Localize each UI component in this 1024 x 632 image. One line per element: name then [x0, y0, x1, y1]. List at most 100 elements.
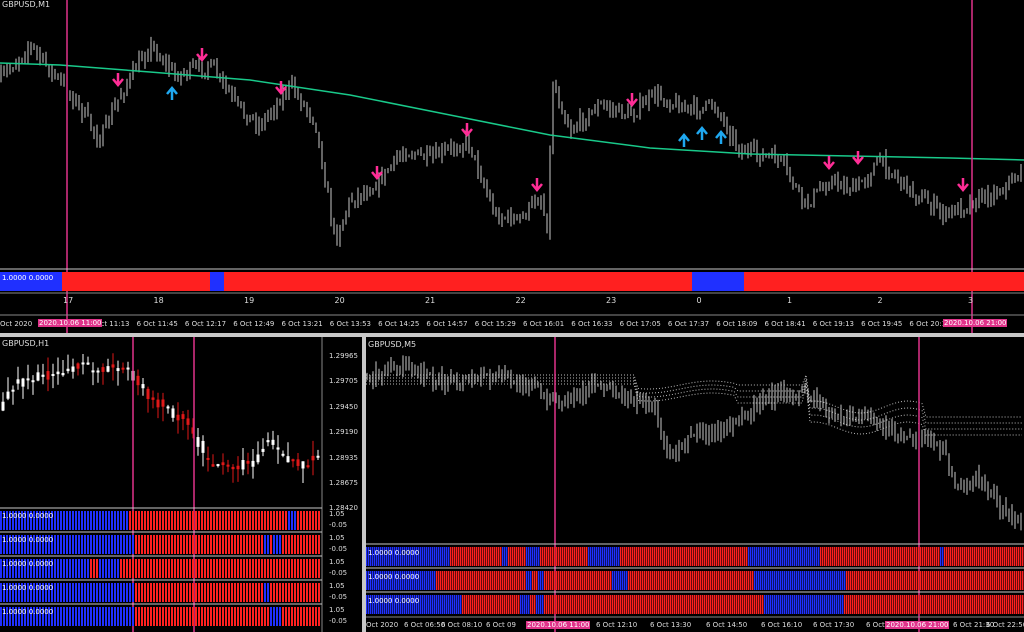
m5-signal-tick — [978, 595, 980, 614]
h1-signal-tick — [96, 583, 98, 602]
m5-price-chart[interactable] — [366, 337, 1024, 632]
m5-signal-tick — [922, 571, 924, 590]
down-arrow-icon — [371, 166, 383, 180]
m1-price-chart[interactable] — [0, 0, 1024, 333]
h1-signal-tick — [291, 559, 293, 578]
m5-signal-tick — [910, 547, 912, 566]
m5-signal-tick — [636, 571, 638, 590]
m5-signal-tick — [792, 571, 794, 590]
m5-signal-tick — [472, 595, 474, 614]
m5-signal-tick — [980, 571, 982, 590]
m5-time-label: 6 Oct 13:30 — [650, 621, 692, 629]
m5-signal-tick — [864, 571, 866, 590]
m5-signal-tick — [860, 547, 862, 566]
m5-signal-tick — [992, 595, 994, 614]
m5-cloud-line — [366, 377, 1022, 424]
m5-signal-tick — [716, 595, 718, 614]
m5-signal-tick — [624, 595, 626, 614]
m5-signal-tick — [512, 571, 514, 590]
h1-candle-body — [126, 367, 130, 370]
h1-signal-tick — [300, 535, 302, 554]
chart-window-h1[interactable]: GBPUSD,H1 1.29965 1.29705 1.29450 1.29190 1.… — [0, 337, 362, 632]
m5-signal-tick — [644, 595, 646, 614]
m5-signal-tick — [516, 547, 518, 566]
m5-signal-tick — [858, 595, 860, 614]
m5-signal-tick — [630, 595, 632, 614]
m5-signal-tick — [706, 547, 708, 566]
m5-signal-tick — [756, 547, 758, 566]
h1-price-label: 1.29450 — [329, 402, 358, 411]
h1-signal-tick — [183, 511, 185, 530]
m5-signal-tick — [652, 571, 654, 590]
m5-signal-tick — [426, 571, 428, 590]
h1-signal-tick — [273, 583, 275, 602]
m5-signal-tick — [882, 571, 884, 590]
m5-signal-tick — [1002, 547, 1004, 566]
m5-signal-tick — [558, 595, 560, 614]
h1-signal-tick — [219, 607, 221, 626]
m5-signal-tick — [464, 547, 466, 566]
m5-signal-tick — [456, 547, 458, 566]
m5-signal-tick — [888, 571, 890, 590]
m5-signal-tick — [954, 595, 956, 614]
h1-signal-tick — [189, 535, 191, 554]
m5-signal-tick — [712, 571, 714, 590]
h1-signal-tick — [174, 583, 176, 602]
h1-signal-tick — [138, 607, 140, 626]
m5-signal-tick — [662, 547, 664, 566]
h1-signal-tick — [156, 511, 158, 530]
h1-signal-tick — [132, 607, 134, 626]
m5-signal-tick — [650, 571, 652, 590]
h1-signal-tick — [171, 583, 173, 602]
m5-signal-tick — [960, 571, 962, 590]
h1-signal-tick — [255, 607, 257, 626]
h1-signal-tick — [213, 559, 215, 578]
h1-signal-tick — [213, 607, 215, 626]
chart-window-m5[interactable]: GBPUSD,M5 1.0000 0.0000 1.0000 0.0000 1.00… — [366, 337, 1024, 632]
h1-row-label: 1.0000 0.0000 — [2, 584, 54, 592]
h1-signal-tick — [261, 511, 263, 530]
h1-signal-tick — [267, 559, 269, 578]
down-arrow-icon — [626, 93, 638, 107]
m5-signal-tick — [598, 595, 600, 614]
m5-signal-tick — [582, 571, 584, 590]
h1-signal-tick — [180, 511, 182, 530]
chart-window-m1[interactable]: GBPUSD,M1 1.0000 0.0000 17 18 19 20 21 22 23 0 1… — [0, 0, 1024, 333]
m5-signal-tick — [550, 571, 552, 590]
m5-signal-tick — [658, 571, 660, 590]
m5-signal-tick — [568, 547, 570, 566]
h1-signal-tick — [264, 559, 266, 578]
m5-signal-tick — [524, 571, 526, 590]
m5-signal-tick — [554, 571, 556, 590]
m5-signal-tick — [890, 595, 892, 614]
h1-signal-tick — [102, 559, 104, 578]
h1-signal-tick — [138, 583, 140, 602]
m5-signal-tick — [924, 595, 926, 614]
m1-counter-label: 3 — [968, 296, 974, 305]
m5-signal-tick — [852, 547, 854, 566]
m5-signal-tick — [522, 547, 524, 566]
m5-signal-tick — [802, 547, 804, 566]
h1-signal-tick — [279, 559, 281, 578]
h1-candle-body — [156, 399, 160, 408]
m5-signal-tick — [578, 595, 580, 614]
h1-signal-tick — [216, 511, 218, 530]
h1-signal-tick — [120, 607, 122, 626]
h1-signal-tick — [210, 559, 212, 578]
h1-signal-tick — [294, 511, 296, 530]
h1-signal-tick — [102, 583, 104, 602]
h1-signal-tick — [117, 535, 119, 554]
m5-signal-tick — [706, 595, 708, 614]
m5-signal-tick — [776, 547, 778, 566]
h1-signal-tick — [285, 607, 287, 626]
h1-candle-chart[interactable] — [0, 337, 362, 632]
m5-signal-tick — [930, 547, 932, 566]
h1-signal-tick — [81, 535, 83, 554]
m5-signal-tick — [572, 571, 574, 590]
h1-signal-tick — [54, 559, 56, 578]
m5-signal-tick — [480, 595, 482, 614]
m5-signal-tick — [582, 547, 584, 566]
m5-signal-tick — [578, 547, 580, 566]
m5-signal-tick — [598, 571, 600, 590]
m5-signal-tick — [496, 595, 498, 614]
